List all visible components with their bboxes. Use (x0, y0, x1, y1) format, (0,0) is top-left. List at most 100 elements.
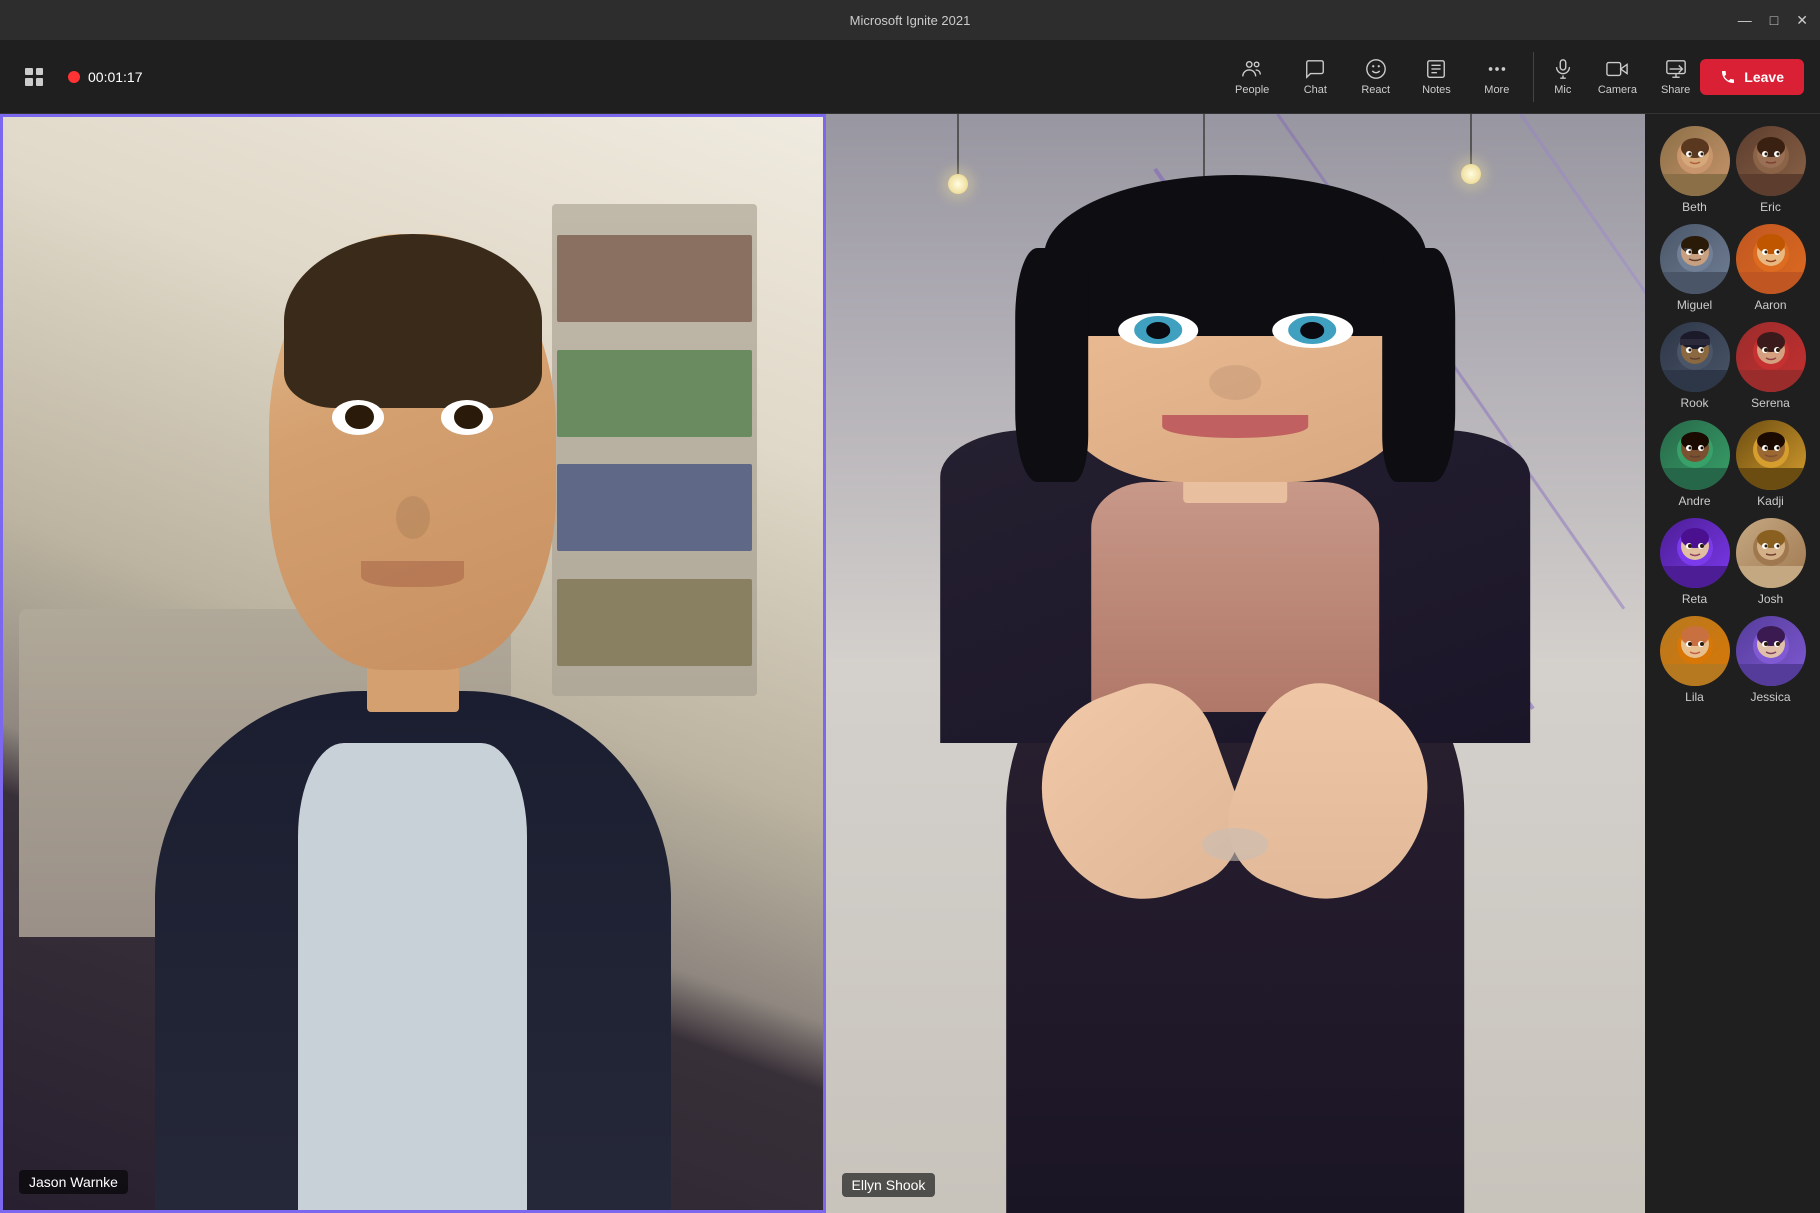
necklace (1202, 828, 1268, 861)
chat-button[interactable]: Chat (1287, 52, 1343, 102)
participant-rook[interactable]: Rook (1660, 322, 1730, 410)
participants-row-4: Andre Kadji (1653, 420, 1812, 516)
title-bar: Microsoft Ignite 2021 — □ ✕ (0, 0, 1820, 40)
avatar-andre-image (1660, 420, 1730, 490)
people-button[interactable]: People (1221, 52, 1283, 102)
jason-background (3, 117, 823, 1210)
participant-jessica[interactable]: Jessica (1736, 616, 1806, 704)
video-panel-jason: Jason Warnke (0, 114, 826, 1213)
avatar-josh (1736, 518, 1806, 588)
avatar-serena (1736, 322, 1806, 392)
react-label: React (1361, 84, 1390, 96)
participant-name-beth: Beth (1682, 200, 1707, 214)
participant-name-rook: Rook (1680, 396, 1708, 410)
participants-row-1: Beth Eric (1653, 126, 1812, 222)
participant-kadji[interactable]: Kadji (1736, 420, 1806, 508)
main-content: Jason Warnke (0, 114, 1820, 1213)
avatar-aaron (1736, 224, 1806, 294)
more-label: More (1484, 84, 1509, 96)
ellyn-mouth (1162, 415, 1309, 438)
ellyn-eye-right (1272, 313, 1353, 348)
video-panel-ellyn: Ellyn Shook (826, 114, 1646, 1213)
video-feed-right (826, 114, 1646, 1213)
notes-label: Notes (1422, 84, 1451, 96)
participant-name-aaron: Aaron (1754, 298, 1786, 312)
video-feed-left (3, 117, 823, 1210)
participant-name-reta: Reta (1682, 592, 1707, 606)
restore-button[interactable]: □ (1770, 12, 1778, 28)
grid-icon (25, 68, 43, 86)
more-icon (1486, 58, 1508, 80)
participant-beth[interactable]: Beth (1660, 126, 1730, 214)
avatar-jessica (1736, 616, 1806, 686)
participant-lila[interactable]: Lila (1660, 616, 1730, 704)
jason-eye-left (332, 400, 384, 435)
participant-name-eric: Eric (1760, 200, 1781, 214)
close-button[interactable]: ✕ (1796, 12, 1808, 29)
toolbar: 00:01:17 People Chat (0, 40, 1820, 114)
ellyn-hands (1022, 691, 1448, 900)
participant-eric[interactable]: Eric (1736, 126, 1806, 214)
avatar-aaron-image (1736, 224, 1806, 294)
ellyn-iris-left (1134, 316, 1182, 344)
toolbar-center: People Chat React (1221, 52, 1700, 102)
avatar-kadji (1736, 420, 1806, 490)
avatar-rook (1660, 322, 1730, 392)
participant-serena[interactable]: Serena (1736, 322, 1806, 410)
minimize-button[interactable]: — (1738, 12, 1752, 28)
avatar-beth-image (1660, 126, 1730, 196)
participant-name-kadji: Kadji (1757, 494, 1784, 508)
avatar-rook-image (1660, 322, 1730, 392)
people-icon (1241, 58, 1263, 80)
participant-name-josh: Josh (1758, 592, 1783, 606)
participant-andre[interactable]: Andre (1660, 420, 1730, 508)
video-area: Jason Warnke (0, 114, 1645, 1213)
react-button[interactable]: React (1347, 52, 1404, 102)
avatar-beth (1660, 126, 1730, 196)
mic-icon (1552, 58, 1574, 80)
ellyn-iris-right (1288, 316, 1336, 344)
avatar-josh-image (1736, 518, 1806, 588)
participants-sidebar: Beth Eric (1645, 114, 1820, 1213)
participant-name-miguel: Miguel (1677, 298, 1712, 312)
avatar-miguel-image (1660, 224, 1730, 294)
jason-hair (284, 234, 542, 408)
jason-pupil-right (454, 405, 482, 429)
camera-button[interactable]: Camera (1588, 52, 1647, 102)
layout-toggle-button[interactable] (16, 59, 52, 95)
ellyn-eye-left (1118, 313, 1199, 348)
avatar-kadji-image (1736, 420, 1806, 490)
participants-row-3: Rook Serena (1653, 322, 1812, 418)
toolbar-right: Leave (1700, 59, 1804, 95)
ellyn-background (826, 114, 1646, 1213)
ellyn-hair-left (1015, 248, 1088, 482)
participant-name-serena: Serena (1751, 396, 1790, 410)
participant-aaron[interactable]: Aaron (1736, 224, 1806, 312)
avatar-andre (1660, 420, 1730, 490)
participants-row-2: Miguel Aaron (1653, 224, 1812, 320)
participant-miguel[interactable]: Miguel (1660, 224, 1730, 312)
react-icon (1365, 58, 1387, 80)
ellyn-avatar-figure (907, 169, 1563, 1213)
avatar-miguel (1660, 224, 1730, 294)
more-button[interactable]: More (1469, 52, 1525, 102)
share-button[interactable]: Share (1651, 52, 1700, 102)
participant-name-lila: Lila (1685, 690, 1704, 704)
avatar-jessica-image (1736, 616, 1806, 686)
avatar-reta (1660, 518, 1730, 588)
mic-button[interactable]: Mic (1542, 52, 1584, 102)
jason-name-label: Jason Warnke (19, 1170, 128, 1194)
avatar-eric (1736, 126, 1806, 196)
notes-button[interactable]: Notes (1408, 52, 1465, 102)
toolbar-left: 00:01:17 (16, 59, 1221, 95)
participant-josh[interactable]: Josh (1736, 518, 1806, 606)
avatar-eric-image (1736, 126, 1806, 196)
share-icon (1665, 58, 1687, 80)
phone-leave-icon (1720, 69, 1736, 85)
leave-button[interactable]: Leave (1700, 59, 1804, 95)
participant-reta[interactable]: Reta (1660, 518, 1730, 606)
ellyn-pupil-right (1300, 322, 1324, 339)
camera-icon (1606, 58, 1628, 80)
ellyn-hand-right (1209, 665, 1457, 925)
ellyn-hand-left (1013, 665, 1261, 925)
